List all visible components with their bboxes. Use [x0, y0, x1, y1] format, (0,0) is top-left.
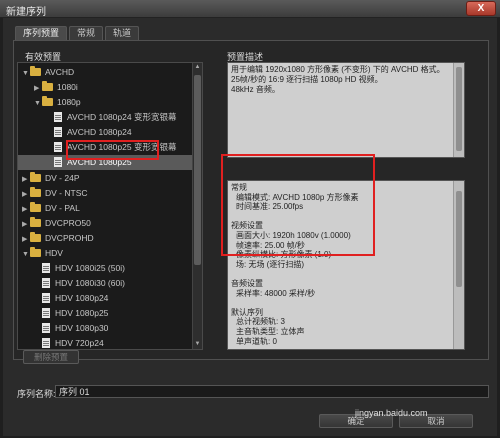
preset-file-icon — [54, 157, 62, 167]
details-line: 总计视频轨: 3 — [236, 317, 285, 327]
expand-arrow-icon[interactable]: ▼ — [22, 66, 30, 81]
details-line: 主音轨类型: 立体声 — [236, 326, 305, 336]
tree-item-dv-pal[interactable]: ▶ DV - PAL — [18, 201, 194, 216]
preset-file-icon — [54, 127, 62, 137]
scroll-thumb[interactable] — [456, 67, 462, 151]
tree-item-preset[interactable]: HDV 1080p30 — [18, 321, 194, 336]
folder-icon — [30, 172, 41, 182]
preset-file-icon — [42, 278, 50, 288]
details-scrollbar[interactable] — [453, 181, 464, 349]
new-sequence-dialog: 序列预置 常规 轨道 有效预置 预置描述 ▼ AVCHD ▶ 1080i ▼ 1080… — [3, 18, 497, 436]
title-bar: 新建序列 X — [0, 0, 500, 18]
watermark-text: jingyan.baidu.com — [355, 408, 428, 418]
folder-icon — [30, 247, 41, 257]
details-line: 场: 无场 (逐行扫描) — [236, 259, 304, 269]
tab-sequence-presets[interactable]: 序列预置 — [15, 26, 68, 40]
scroll-up-icon[interactable]: ▲ — [193, 63, 202, 72]
tree-item-dv-ntsc[interactable]: ▶ DV - NTSC — [18, 186, 194, 201]
tree-item-dvcprohd[interactable]: ▶ DVCPROHD — [18, 231, 194, 246]
folder-icon — [42, 81, 53, 91]
details-line: 单声道轨: 0 — [236, 336, 277, 346]
description-line: 25帧/秒的 16:9 逐行扫描 1080p HD 视频。 — [231, 75, 383, 84]
expand-arrow-icon[interactable]: ▼ — [34, 96, 42, 111]
scroll-thumb[interactable] — [456, 191, 462, 287]
sequence-name-input[interactable] — [55, 385, 489, 398]
preset-description-box: 用于编辑 1920x1080 方形像素 (不变形) 下的 AVCHD 格式。 2… — [227, 62, 465, 158]
tree-item-hdv[interactable]: ▼ HDV — [18, 246, 194, 261]
tree-item-preset[interactable]: AVCHD 1080p24 变形宽银幕 — [18, 110, 194, 125]
details-line: 采样率: 48000 采样/秒 — [236, 288, 316, 298]
tree-item-preset[interactable]: HDV 1080i25 (50i) — [18, 261, 194, 276]
sequence-name-label: 序列名称: — [17, 389, 56, 399]
tree-item-preset[interactable]: HDV 1080p25 — [18, 306, 194, 321]
highlight-box-settings — [221, 154, 375, 256]
tree-item-1080p[interactable]: ▼ 1080p — [18, 95, 194, 110]
window-title: 新建序列 — [6, 7, 46, 18]
tab-strip: 序列预置 常规 轨道 — [15, 26, 141, 40]
tree-item-dv-24p[interactable]: ▶ DV - 24P — [18, 171, 194, 186]
folder-icon — [30, 217, 41, 227]
collapse-arrow-icon[interactable]: ▶ — [22, 232, 30, 247]
folder-icon — [30, 66, 41, 76]
scroll-down-icon[interactable]: ▼ — [193, 340, 202, 349]
tree-item-preset[interactable]: AVCHD 1080p24 — [18, 125, 194, 140]
preset-file-icon — [42, 338, 50, 348]
tree-item-preset[interactable]: HDV 720p24 — [18, 336, 194, 349]
delete-preset-button[interactable]: 删除预置 — [23, 350, 79, 364]
collapse-arrow-icon[interactable]: ▶ — [22, 202, 30, 217]
folder-icon — [42, 96, 53, 106]
preset-file-icon — [54, 112, 62, 122]
highlight-box-selected-preset — [66, 140, 159, 160]
collapse-arrow-icon[interactable]: ▶ — [22, 172, 30, 187]
preset-file-icon — [42, 263, 50, 273]
folder-icon — [30, 202, 41, 212]
tree-item-preset[interactable]: HDV 1080i30 (60i) — [18, 276, 194, 291]
scroll-thumb[interactable] — [194, 75, 201, 265]
details-line: 默认序列 — [231, 307, 263, 317]
tree-scrollbar[interactable]: ▲ ▼ — [192, 63, 202, 349]
folder-icon — [30, 232, 41, 242]
tab-general[interactable]: 常规 — [69, 26, 104, 40]
folder-icon — [30, 187, 41, 197]
collapse-arrow-icon[interactable]: ▶ — [22, 217, 30, 232]
preset-tree: ▼ AVCHD ▶ 1080i ▼ 1080p AVCHD 1080p24 变形宽银幕… — [17, 62, 203, 350]
description-line: 48kHz 音频。 — [231, 85, 280, 94]
preset-file-icon — [42, 308, 50, 318]
details-line — [231, 298, 450, 308]
expand-arrow-icon[interactable]: ▼ — [22, 247, 30, 262]
description-line: 用于编辑 1920x1080 方形像素 (不变形) 下的 AVCHD 格式。 — [231, 65, 445, 74]
tree-item-preset[interactable]: HDV 1080p24 — [18, 291, 194, 306]
tree-item-dvcpro50[interactable]: ▶ DVCPRO50 — [18, 216, 194, 231]
preset-file-icon — [42, 323, 50, 333]
tab-tracks[interactable]: 轨道 — [105, 26, 140, 40]
details-line: 音频设置 — [231, 278, 263, 288]
preset-file-icon — [54, 142, 62, 152]
collapse-arrow-icon[interactable]: ▶ — [34, 81, 42, 96]
tree-item-1080i[interactable]: ▶ 1080i — [18, 80, 194, 95]
tree-item-avchd[interactable]: ▼ AVCHD — [18, 65, 194, 80]
details-line — [231, 269, 450, 279]
close-button[interactable]: X — [466, 1, 496, 16]
collapse-arrow-icon[interactable]: ▶ — [22, 187, 30, 202]
preset-file-icon — [42, 293, 50, 303]
description-scrollbar[interactable] — [453, 63, 464, 157]
